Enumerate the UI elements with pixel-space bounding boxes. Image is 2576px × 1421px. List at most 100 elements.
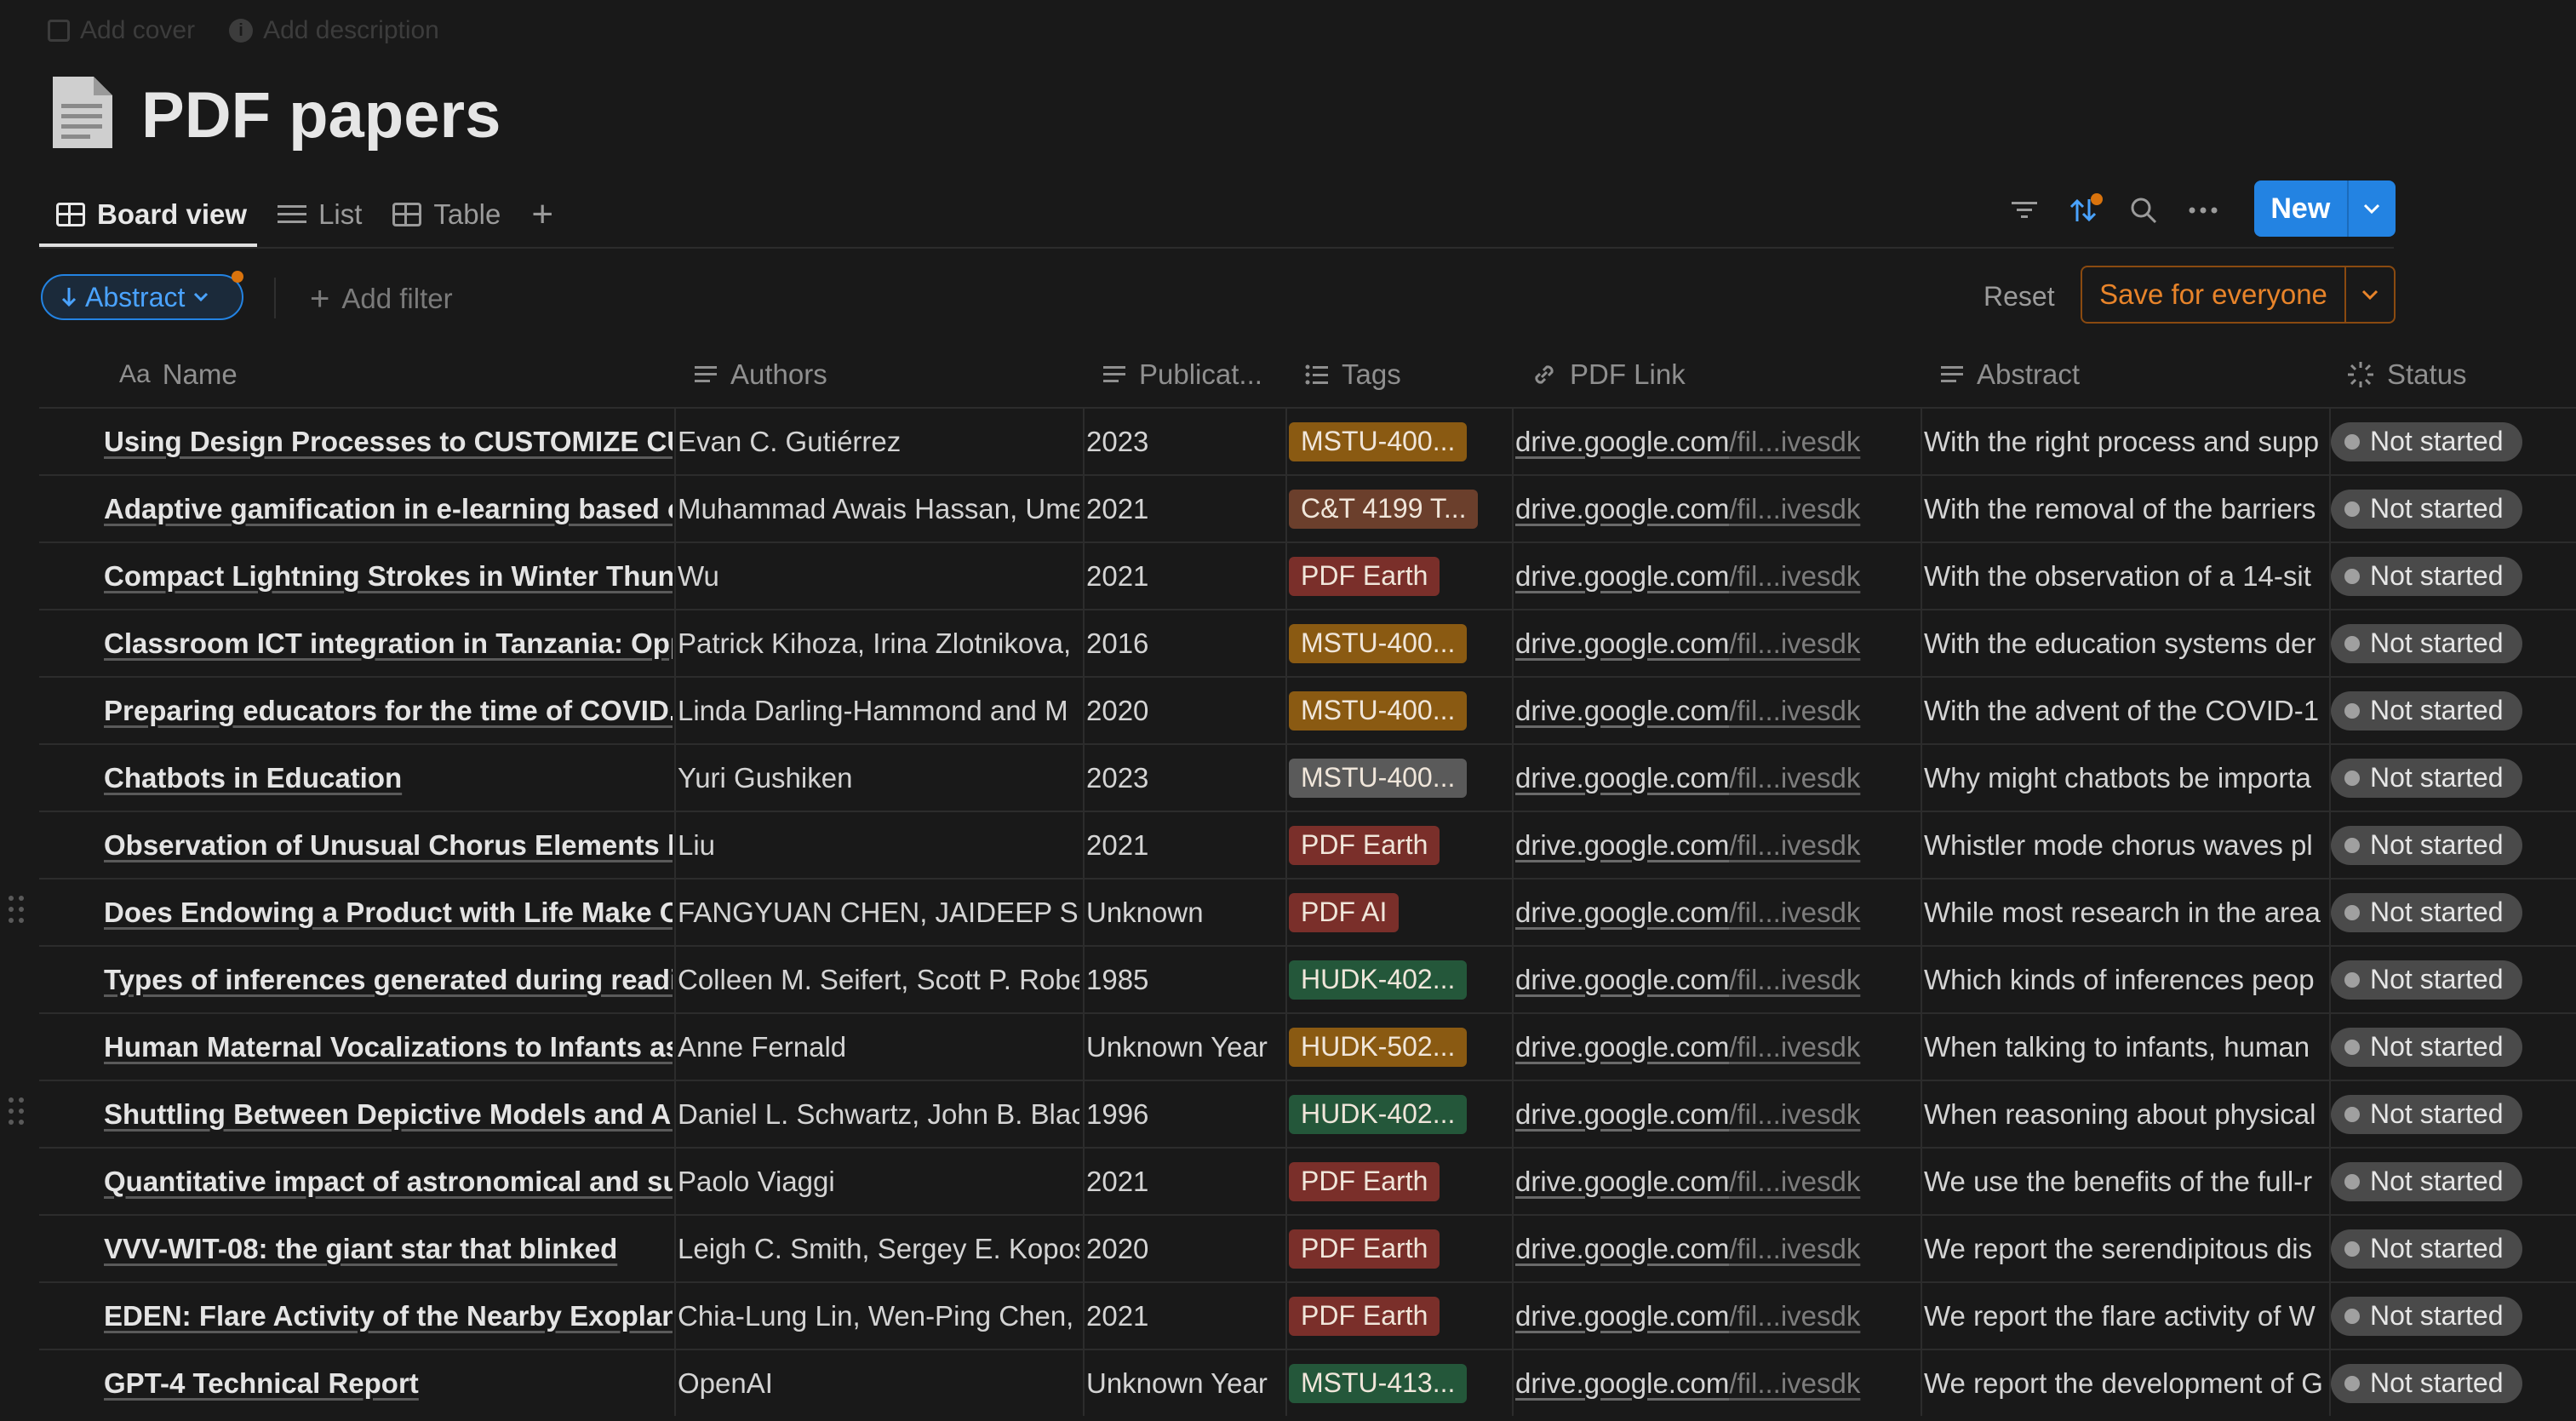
column-header-name[interactable]: Aa Name <box>119 342 238 407</box>
row-tags-cell[interactable]: PDF Earth <box>1289 1216 1510 1281</box>
row-pdf-link[interactable]: drive.google.com/fil...ivesdk <box>1515 947 1919 1012</box>
row-tags-cell[interactable]: PDF Earth <box>1289 1283 1510 1349</box>
row-authors[interactable]: Anne Fernald <box>678 1014 1079 1080</box>
row-pdf-link[interactable]: drive.google.com/fil...ivesdk <box>1515 812 1919 878</box>
row-status-cell[interactable]: Not started <box>2331 745 2561 811</box>
row-pdf-link[interactable]: drive.google.com/fil...ivesdk <box>1515 1216 1919 1281</box>
document-icon[interactable] <box>49 73 116 152</box>
add-filter-button[interactable]: + Add filter <box>310 278 453 320</box>
filter-icon[interactable] <box>2006 192 2043 229</box>
row-tags-cell[interactable]: PDF AI <box>1289 880 1510 945</box>
row-authors[interactable]: Leigh C. Smith, Sergey E. Kopos <box>678 1216 1079 1281</box>
row-authors[interactable]: Muhammad Awais Hassan, Ume <box>678 476 1079 541</box>
row-abstract[interactable]: We report the flare activity of W <box>1924 1283 2327 1349</box>
row-publication-year[interactable]: 2020 <box>1086 1216 1284 1281</box>
row-publication-year[interactable]: 1996 <box>1086 1081 1284 1147</box>
row-authors[interactable]: Linda Darling-Hammond and M <box>678 678 1079 743</box>
table-row[interactable]: Quantitative impact of astronomical and … <box>39 1147 2576 1214</box>
row-abstract[interactable]: While most research in the area <box>1924 880 2327 945</box>
table-row[interactable]: Preparing educators for the time of COVI… <box>39 676 2576 743</box>
row-status-cell[interactable]: Not started <box>2331 476 2561 541</box>
row-name[interactable]: Chatbots in Education <box>104 745 673 811</box>
column-header-publication[interactable]: Publicat... <box>1102 342 1262 407</box>
row-tags-cell[interactable]: PDF Earth <box>1289 812 1510 878</box>
new-dropdown-button[interactable] <box>2346 180 2396 237</box>
row-status-cell[interactable]: Not started <box>2331 947 2561 1012</box>
row-abstract[interactable]: Why might chatbots be importa <box>1924 745 2327 811</box>
row-name[interactable]: Quantitative impact of astronomical and … <box>104 1149 673 1214</box>
row-pdf-link[interactable]: drive.google.com/fil...ivesdk <box>1515 745 1919 811</box>
row-pdf-link[interactable]: drive.google.com/fil...ivesdk <box>1515 476 1919 541</box>
row-status-cell[interactable]: Not started <box>2331 678 2561 743</box>
column-header-tags[interactable]: Tags <box>1304 342 1401 407</box>
row-abstract[interactable]: When talking to infants, human <box>1924 1014 2327 1080</box>
row-name[interactable]: Classroom ICT integration in Tanzania: O… <box>104 610 673 676</box>
row-abstract[interactable]: Which kinds of inferences peop <box>1924 947 2327 1012</box>
row-authors[interactable]: Patrick Kihoza, Irina Zlotnikova, <box>678 610 1079 676</box>
row-status-cell[interactable]: Not started <box>2331 812 2561 878</box>
table-row[interactable]: Human Maternal Vocalizations to Infants … <box>39 1012 2576 1080</box>
search-icon[interactable] <box>2125 192 2162 229</box>
row-authors[interactable]: Colleen M. Seifert, Scott P. Robe <box>678 947 1079 1012</box>
table-row[interactable]: EDEN: Flare Activity of the Nearby Exopl… <box>39 1281 2576 1349</box>
row-pdf-link[interactable]: drive.google.com/fil...ivesdk <box>1515 409 1919 474</box>
row-name[interactable]: Human Maternal Vocalizations to Infants … <box>104 1014 673 1080</box>
row-publication-year[interactable]: 2021 <box>1086 1149 1284 1214</box>
row-name[interactable]: Observation of Unusual Chorus Elements b… <box>104 812 673 878</box>
page-title[interactable]: PDF papers <box>141 75 501 157</box>
row-tags-cell[interactable]: PDF Earth <box>1289 1149 1510 1214</box>
row-name[interactable]: Using Design Processes to CUSTOMIZE CUR <box>104 409 673 474</box>
row-abstract[interactable]: With the observation of a 14-sit <box>1924 543 2327 609</box>
column-header-status[interactable]: Status <box>2346 342 2467 407</box>
row-pdf-link[interactable]: drive.google.com/fil...ivesdk <box>1515 1283 1919 1349</box>
row-publication-year[interactable]: 1985 <box>1086 947 1284 1012</box>
row-name[interactable]: Compact Lightning Strokes in Winter Thun… <box>104 543 673 609</box>
row-status-cell[interactable]: Not started <box>2331 1283 2561 1349</box>
row-authors[interactable]: Daniel L. Schwartz, John B. Black <box>678 1081 1079 1147</box>
row-authors[interactable]: Chia-Lung Lin, Wen-Ping Chen, <box>678 1283 1079 1349</box>
table-row[interactable]: Shuttling Between Depictive Models and A… <box>39 1080 2576 1147</box>
row-publication-year[interactable]: 2021 <box>1086 1283 1284 1349</box>
add-cover-button[interactable]: Add cover <box>48 16 195 45</box>
row-publication-year[interactable]: 2023 <box>1086 745 1284 811</box>
row-publication-year[interactable]: 2020 <box>1086 678 1284 743</box>
row-name[interactable]: EDEN: Flare Activity of the Nearby Exopl… <box>104 1283 673 1349</box>
row-publication-year[interactable]: Unknown Year <box>1086 1014 1284 1080</box>
row-authors[interactable]: OpenAI <box>678 1350 1079 1416</box>
row-name[interactable]: Does Endowing a Product with Life Make O… <box>104 880 673 945</box>
row-abstract[interactable]: With the removal of the barriers <box>1924 476 2327 541</box>
row-pdf-link[interactable]: drive.google.com/fil...ivesdk <box>1515 1350 1919 1416</box>
row-status-cell[interactable]: Not started <box>2331 1350 2561 1416</box>
row-abstract[interactable]: We report the serendipitous dis <box>1924 1216 2327 1281</box>
row-authors[interactable]: FANGYUAN CHEN, JAIDEEP SEN <box>678 880 1079 945</box>
add-view-button[interactable]: + <box>516 182 569 247</box>
row-tags-cell[interactable]: HUDK-402... <box>1289 947 1510 1012</box>
column-header-abstract[interactable]: Abstract <box>1939 342 2080 407</box>
row-status-cell[interactable]: Not started <box>2331 610 2561 676</box>
row-name[interactable]: Adaptive gamification in e-learning base… <box>104 476 673 541</box>
row-status-cell[interactable]: Not started <box>2331 1014 2561 1080</box>
row-authors[interactable]: Paolo Viaggi <box>678 1149 1079 1214</box>
new-button[interactable]: New <box>2254 180 2347 237</box>
row-tags-cell[interactable]: C&T 4199 T... <box>1289 476 1510 541</box>
row-publication-year[interactable]: Unknown Year <box>1086 1350 1284 1416</box>
table-row[interactable]: Using Design Processes to CUSTOMIZE CUR E… <box>39 407 2576 474</box>
row-authors[interactable]: Evan C. Gutiérrez <box>678 409 1079 474</box>
row-abstract[interactable]: We use the benefits of the full-r <box>1924 1149 2327 1214</box>
row-abstract[interactable]: Whistler mode chorus waves pl <box>1924 812 2327 878</box>
sort-icon[interactable] <box>2065 192 2103 229</box>
row-name[interactable]: GPT-4 Technical Report <box>104 1350 673 1416</box>
row-tags-cell[interactable]: MSTU-400... <box>1289 678 1510 743</box>
row-authors[interactable]: Yuri Gushiken <box>678 745 1079 811</box>
tab-table[interactable]: Table <box>377 182 516 247</box>
table-row[interactable]: GPT-4 Technical Report OpenAI Unknown Year… <box>39 1349 2576 1416</box>
more-options-icon[interactable] <box>2184 192 2222 229</box>
row-name[interactable]: Shuttling Between Depictive Models and A… <box>104 1081 673 1147</box>
row-pdf-link[interactable]: drive.google.com/fil...ivesdk <box>1515 610 1919 676</box>
row-tags-cell[interactable]: HUDK-402... <box>1289 1081 1510 1147</box>
row-status-cell[interactable]: Not started <box>2331 543 2561 609</box>
row-abstract[interactable]: With the education systems der <box>1924 610 2327 676</box>
row-abstract[interactable]: With the right process and supp <box>1924 409 2327 474</box>
table-row[interactable]: Chatbots in Education Yuri Gushiken 2023 MS… <box>39 743 2576 811</box>
table-row[interactable]: Observation of Unusual Chorus Elements b… <box>39 811 2576 878</box>
